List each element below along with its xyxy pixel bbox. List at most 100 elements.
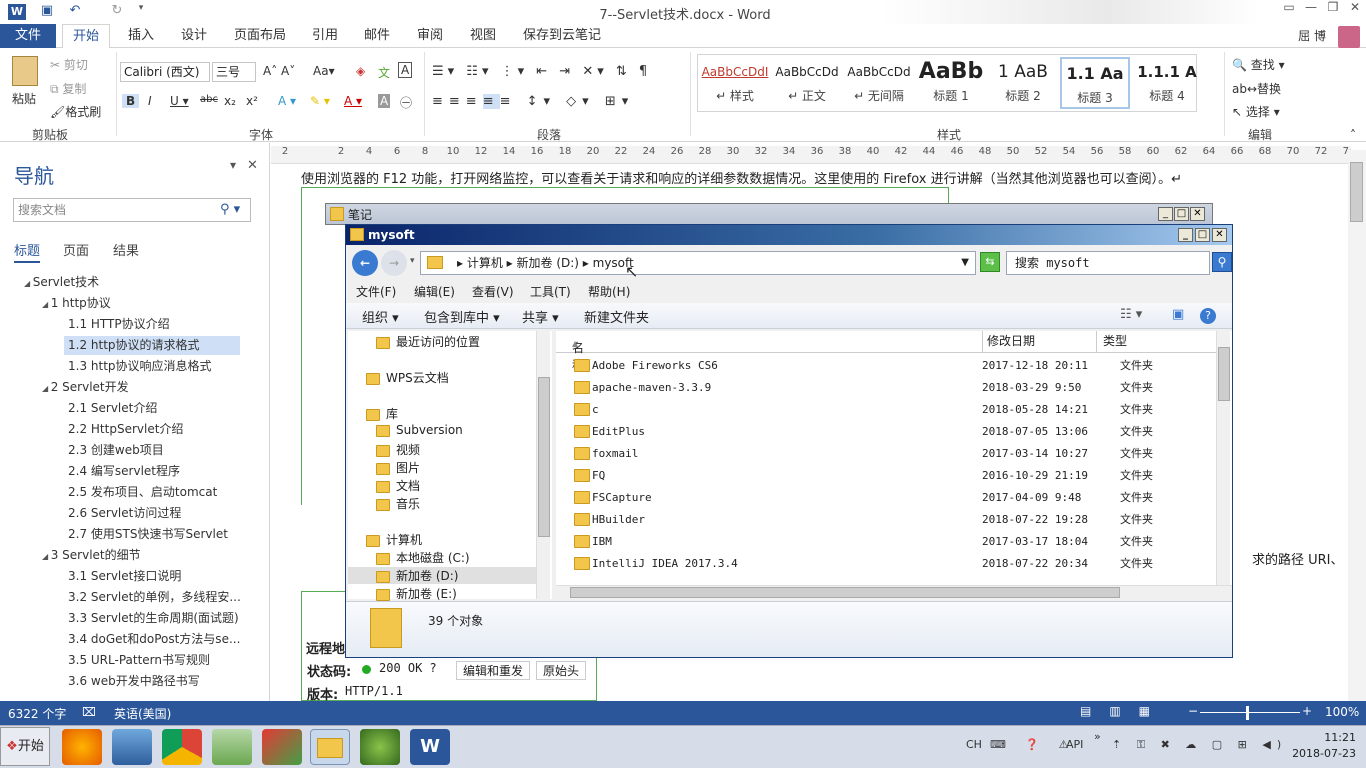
firefox-icon[interactable] [62,729,102,765]
tab-layout[interactable]: 页面布局 [224,24,296,48]
explorer-nav-item[interactable]: 计算机 [366,531,422,548]
tab-view[interactable]: 视图 [460,24,506,48]
format-painter-button[interactable]: 🖌格式刷 [50,103,101,120]
explorer-nav-item[interactable]: 本地磁盘 (C:) [376,549,470,566]
list-icons[interactable]: ☰▾ ☷▾ ⋮▾ ⇤ ⇥ ✕▾ ⇅ ¶ [432,64,651,79]
tab-review[interactable]: 审阅 [407,24,453,48]
app-icon[interactable] [112,729,152,765]
organize-button[interactable]: 组织 ▾ [362,307,399,326]
breadcrumb[interactable]: ▸ 计算机 ▸ 新加卷 (D:) ▸ mysoft ▼ [420,251,976,275]
input-lang[interactable]: CH [966,738,982,751]
nav-tab-headings[interactable]: 标题 [14,240,41,263]
nav-tree-item[interactable]: 2.3 创建web项目 [64,441,164,460]
char-shading-icon[interactable]: A [378,94,391,108]
view-buttons[interactable]: ▤▥▦ [1080,704,1168,718]
search-icon[interactable]: ⚲ ▾ [220,202,240,217]
forward-icon[interactable]: → [381,250,407,276]
nav-tree-item[interactable]: ◢ 2 Servlet开发 [38,378,129,397]
style-custom[interactable]: AaBbCcDdI ↵ 样式 [700,57,770,109]
column-type[interactable]: 类型 [1096,331,1127,353]
explorer-nav-item[interactable]: 图片 [376,459,420,476]
nav-tree-item[interactable]: 2.4 编写servlet程序 [64,462,180,481]
breadcrumb-drive-d[interactable]: 新加卷 (D:) [517,256,579,270]
find-button[interactable]: 🔍 查找 ▾ [1232,56,1285,73]
explorer-nav-item[interactable]: 新加卷 (D:) [348,567,536,584]
note-maximize-icon[interactable]: □ [1174,207,1189,221]
new-folder-button[interactable]: 新建文件夹 [584,307,649,326]
expand-arrow-icon[interactable]: ◢ [42,552,51,561]
nav-pane-scrollbar[interactable] [536,331,550,599]
nav-options-icon[interactable]: ▾ [230,158,236,172]
explorer-nav-item[interactable]: 音乐 [376,495,420,512]
note-minimize-icon[interactable]: _ [1158,207,1173,221]
explorer-maximize-icon[interactable]: □ [1195,228,1210,242]
preview-pane-icon[interactable]: ▣ [1172,307,1184,322]
nav-tree-item[interactable]: 2.5 发布项目、启动tomcat [64,483,217,502]
nav-tree-item[interactable]: 1.1 HTTP协议介绍 [64,315,170,334]
undo-icon[interactable]: ↶ [66,3,84,21]
nav-tree-item[interactable]: 2.7 使用STS快速书写Servlet [64,525,228,544]
clock[interactable]: 11:21 2018-07-23 [1292,730,1356,762]
style-heading-4[interactable]: 1.1.1 A 标题 4 [1132,57,1202,109]
superscript-icon[interactable]: x² [246,94,258,108]
replace-button[interactable]: ab↔替换 [1232,80,1281,97]
menu-edit[interactable]: 编辑(E) [414,283,455,300]
italic-icon[interactable]: I [148,94,152,108]
text-effect-icon[interactable]: A ▾ [278,94,296,108]
zoom-in-icon[interactable]: + [1302,704,1312,718]
font-name-combo[interactable]: Calibri (西文) [120,62,210,82]
char-border-icon[interactable]: A [398,62,413,78]
underline-icon[interactable]: U ▾ [170,94,189,108]
menu-file[interactable]: 文件(F) [356,283,396,300]
history-dropdown-icon[interactable]: ▾ [410,256,415,266]
font-size-combo[interactable]: 三号 [212,62,256,82]
nav-tab-pages[interactable]: 页面 [63,240,89,259]
file-list-hscrollbar[interactable] [556,585,1232,599]
avatar[interactable] [1338,26,1360,48]
explorer-nav-item[interactable]: 视频 [376,441,420,458]
expand-arrow-icon[interactable]: ◢ [24,279,33,288]
notepad-icon[interactable] [212,729,252,765]
nav-tree-item[interactable]: 3.4 doGet和doPost方法与se... [64,630,240,649]
nav-close-icon[interactable]: ✕ [247,158,258,173]
spring-sts-icon[interactable] [360,729,400,765]
nav-tree-item[interactable]: 3.1 Servlet接口说明 [64,567,181,586]
phonetic-icon[interactable]: 文 [378,64,390,81]
nav-tree-item[interactable]: 3.3 Servlet的生命周期(面试题) [64,609,239,628]
zoom-level[interactable]: 100% [1325,705,1359,719]
style-heading-1[interactable]: AaBb 标题 1 [916,57,986,109]
nav-tree-item[interactable]: 2.1 Servlet介绍 [64,399,157,418]
explorer-search-input[interactable]: 搜索 mysoft [1006,251,1210,275]
nav-tree-item[interactable]: 3.6 web开发中路径书写 [64,672,200,691]
menu-view[interactable]: 查看(V) [472,283,514,300]
collapse-ribbon-icon[interactable]: ˄ [1350,128,1356,142]
explorer-nav-item[interactable]: Subversion [376,423,463,437]
menu-tools[interactable]: 工具(T) [530,283,571,300]
user-name[interactable]: 屈 博 [1298,27,1326,44]
style-heading-2[interactable]: 1 AaB 标题 2 [988,57,1058,109]
tab-save-cloud[interactable]: 保存到云笔记 [513,24,611,48]
nav-tree-item[interactable]: 3.2 Servlet的单例，多线程安... [64,588,241,607]
doc-scrollbar[interactable] [1348,150,1366,701]
style-normal[interactable]: AaBbCcDd ↵ 正文 [772,57,842,109]
customize-qat-icon[interactable]: ▾ [132,3,150,21]
nav-tree-item[interactable]: 1.3 http协议响应消息格式 [64,357,212,376]
subscript-icon[interactable]: x₂ [224,94,236,108]
zoom-out-icon[interactable]: − [1188,704,1198,718]
file-list-scrollbar[interactable] [1216,331,1230,587]
style-heading-3[interactable]: 1.1 Aa 标题 3 [1060,57,1130,109]
explorer-nav-item[interactable]: 新加卷 (E:) [376,585,457,602]
expand-tray-icon[interactable]: » [1094,730,1101,743]
tab-file[interactable]: 文件 [0,24,56,48]
explorer-search-icon[interactable]: ⚲ [1212,252,1232,272]
tray-icons[interactable]: ⌨ ❓ ⚠ [990,738,1076,751]
tab-references[interactable]: 引用 [302,24,348,48]
word-count[interactable]: 6322 个字 [8,705,66,722]
file-row[interactable]: FQ 2016-10-29 21:19 文件夹 [556,465,1216,487]
paste-button[interactable]: 粘贴 [12,90,36,107]
minimize-icon[interactable]: — [1300,0,1322,14]
restore-icon[interactable]: ❐ [1322,0,1344,14]
font-color-icon[interactable]: A ▾ [344,94,362,108]
nav-search-input[interactable]: 搜索文档 [13,198,251,222]
nav-tree-item[interactable]: 1.2 http协议的请求格式 [64,336,240,355]
